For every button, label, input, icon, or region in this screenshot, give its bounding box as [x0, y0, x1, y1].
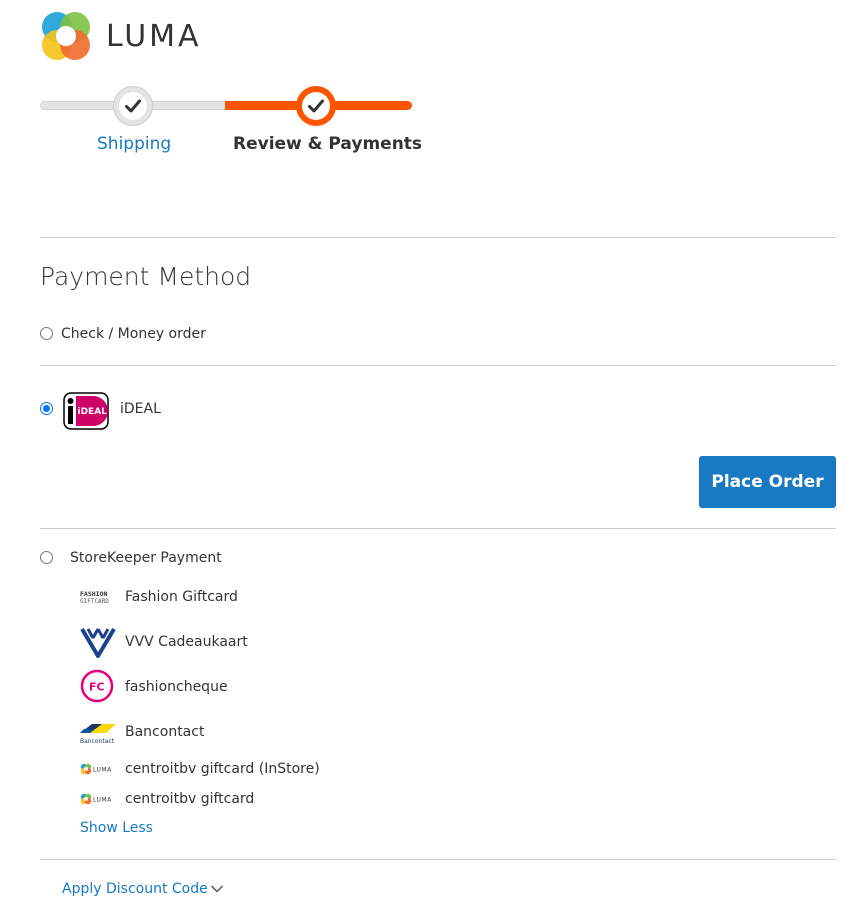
luma-small-icon: LUMA [80, 793, 112, 805]
vvv-icon [80, 627, 116, 658]
bancontact-icon: Bancontact [80, 724, 116, 745]
fashioncheque-icon: FC [80, 669, 114, 703]
storekeeper-method-label: VVV Cadeaukaart [125, 634, 248, 650]
storekeeper-method-centroitbv-instore[interactable]: LUMA centroitbv giftcard (InStore) [80, 752, 320, 786]
fashion-logo-line-1: FASHION [80, 590, 107, 598]
ideal-radio[interactable] [40, 402, 53, 415]
checkmo-radio[interactable] [40, 327, 53, 340]
divider [40, 237, 836, 238]
divider [40, 859, 836, 860]
place-order-button[interactable]: Place Order [699, 456, 836, 508]
luma-small-icon: LUMA [80, 763, 112, 775]
storekeeper-method-label: Bancontact [125, 724, 205, 740]
storekeeper-radio[interactable] [40, 551, 53, 564]
logo-text: LUMA [106, 18, 202, 54]
chevron-down-icon[interactable] [210, 884, 224, 894]
check-icon [308, 99, 324, 113]
fashion-logo-line-2: GIFTCARD [80, 598, 109, 605]
apply-discount-toggle[interactable]: Apply Discount Code [62, 881, 208, 897]
luma-small-text: LUMA [93, 797, 112, 804]
storekeeper-method-vvv[interactable]: VVV Cadeaukaart [80, 625, 248, 659]
storekeeper-method-centroitbv[interactable]: LUMA centroitbv giftcard [80, 782, 254, 816]
divider [40, 365, 836, 366]
storekeeper-method-label: centroitbv giftcard [125, 791, 255, 807]
storekeeper-label[interactable]: StoreKeeper Payment [70, 550, 222, 566]
storekeeper-method-label: Fashion Giftcard [125, 589, 238, 605]
check-icon [125, 99, 141, 113]
checkout-progress: Shipping Review & Payments [40, 84, 422, 164]
storekeeper-method-fashion-giftcard[interactable]: FASHION GIFTCARD Fashion Giftcard [80, 580, 238, 614]
checkmo-label[interactable]: Check / Money order [61, 326, 206, 342]
step-shipping-indicator [113, 86, 153, 126]
ideal-logo-text: iDEAL [78, 407, 108, 417]
storekeeper-method-label: fashioncheque [125, 679, 228, 695]
luma-logo[interactable]: LUMA [40, 10, 202, 62]
ideal-label[interactable]: iDEAL [120, 401, 161, 417]
divider [40, 528, 836, 529]
storekeeper-method-fashioncheque[interactable]: FC fashioncheque [80, 669, 228, 704]
payment-method-title: Payment Method [40, 262, 252, 291]
luma-small-text: LUMA [93, 767, 112, 774]
fc-logo-text: FC [89, 681, 105, 694]
ideal-logo-icon: iDEAL [63, 392, 109, 430]
step-review-label: Review & Payments [233, 134, 423, 154]
storekeeper-method-label: centroitbv giftcard (InStore) [125, 761, 320, 777]
bancontact-logo-text: Bancontact [80, 738, 115, 745]
show-less-link[interactable]: Show Less [80, 820, 153, 836]
fashion-giftcard-icon: FASHION GIFTCARD [80, 590, 109, 605]
luma-logo-icon [42, 12, 90, 60]
step-review-indicator [296, 86, 336, 126]
step-shipping-link[interactable]: Shipping [97, 134, 171, 154]
storekeeper-method-bancontact[interactable]: Bancontact Bancontact [80, 715, 204, 749]
